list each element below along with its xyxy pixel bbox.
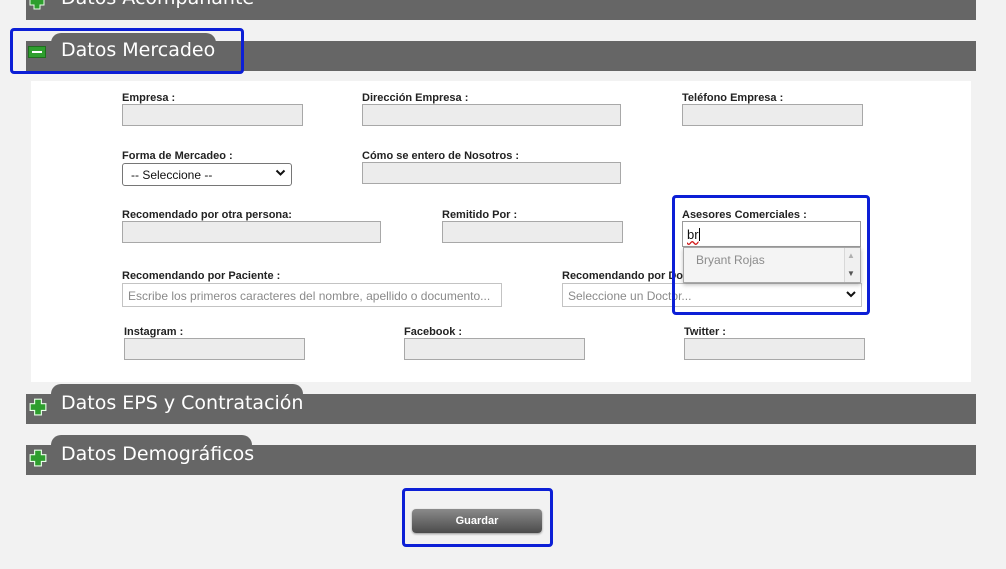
recomendado-persona-label: Recomendado por otra persona: xyxy=(122,209,292,221)
recomendado-persona-input[interactable] xyxy=(122,221,381,243)
remitido-por-label: Remitido Por : xyxy=(442,209,518,221)
instagram-label: Instagram : xyxy=(124,326,184,338)
forma-mercadeo-selected: -- Seleccione -- xyxy=(131,168,213,182)
twitter-input[interactable] xyxy=(684,338,865,360)
instagram-input[interactable] xyxy=(124,338,305,360)
recomendando-doctor-label: Recomendando por Do xyxy=(562,270,684,282)
forma-mercadeo-select[interactable]: -- Seleccione -- xyxy=(122,163,292,186)
como-se-entero-label: Cómo se entero de Nosotros : xyxy=(362,150,520,162)
twitter-label: Twitter : xyxy=(684,326,726,338)
highlight-box-asesores xyxy=(672,195,870,315)
empresa-label: Empresa : xyxy=(122,92,176,104)
remitido-por-input[interactable] xyxy=(442,221,623,243)
facebook-input[interactable] xyxy=(404,338,585,360)
forma-mercadeo-label: Forma de Mercadeo : xyxy=(122,150,233,162)
recomendando-paciente-input[interactable]: Escribe los primeros caracteres del nomb… xyxy=(122,283,502,307)
telefono-empresa-label: Teléfono Empresa : xyxy=(682,92,784,104)
empresa-input[interactable] xyxy=(122,104,303,126)
como-se-entero-input[interactable] xyxy=(362,162,621,184)
telefono-empresa-input[interactable] xyxy=(682,104,863,126)
direccion-empresa-input[interactable] xyxy=(362,104,621,126)
facebook-label: Facebook : xyxy=(404,326,463,338)
plus-icon[interactable] xyxy=(29,398,47,421)
highlight-box-mercadeo xyxy=(10,28,244,74)
section-title-demograficos: Datos Demográficos xyxy=(61,443,255,465)
highlight-box-save xyxy=(402,488,553,547)
section-title-acompanante: Datos Acompañante xyxy=(61,0,254,9)
plus-icon[interactable] xyxy=(29,0,45,10)
chevron-down-icon xyxy=(275,167,286,181)
direccion-empresa-label: Dirección Empresa : xyxy=(362,92,469,104)
plus-icon[interactable] xyxy=(29,449,47,472)
recomendando-paciente-label: Recomendando por Paciente : xyxy=(122,270,281,282)
section-title-eps: Datos EPS y Contratación xyxy=(61,392,304,414)
